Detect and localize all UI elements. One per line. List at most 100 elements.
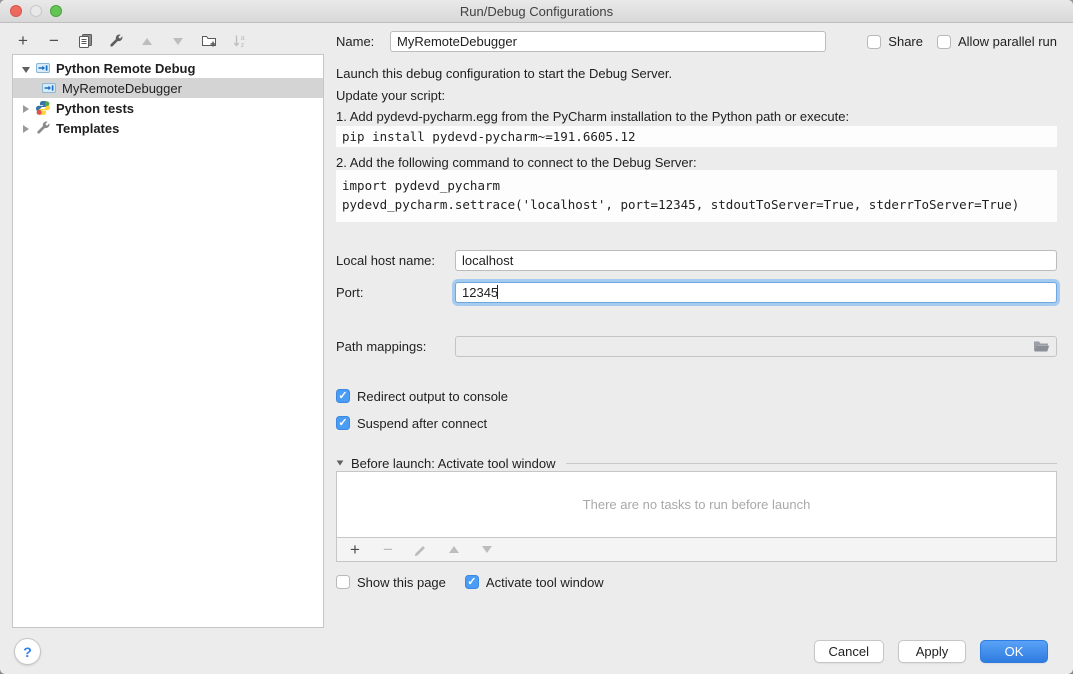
pip-command-text: pip install pydevd-pycharm~=191.6605.12 [342, 129, 636, 144]
ok-button[interactable]: OK [980, 640, 1048, 663]
question-mark-icon: ? [23, 644, 32, 660]
step1-text: 1. Add pydevd-pycharm.egg from the PyCha… [336, 109, 1057, 125]
redirect-checkbox-box[interactable]: ✓ [336, 389, 350, 403]
tree-item-label: Python tests [56, 101, 134, 116]
chevron-down-icon [337, 460, 344, 465]
port-row: Port: [336, 281, 1057, 304]
path-mappings-input[interactable] [455, 336, 1057, 357]
show-this-page-label: Show this page [357, 575, 446, 590]
remote-debug-icon [35, 60, 51, 76]
tree-item-python-tests[interactable]: Python tests [13, 98, 323, 118]
add-configuration-button[interactable]: + [14, 32, 32, 50]
folder-icon [1033, 340, 1050, 353]
remove-configuration-button[interactable]: − [45, 32, 63, 50]
move-up-icon [142, 38, 152, 45]
before-launch-header[interactable]: Before launch: Activate tool window [336, 455, 1057, 471]
remove-task-button[interactable]: − [379, 541, 397, 559]
new-folder-icon [201, 33, 217, 49]
port-input[interactable] [455, 282, 1057, 303]
copy-configuration-button[interactable] [76, 32, 94, 50]
tree-item-python-remote-debug[interactable]: Python Remote Debug [13, 58, 323, 78]
update-script-text: Update your script: [336, 88, 1057, 104]
apply-button[interactable]: Apply [898, 640, 966, 663]
move-up-button[interactable] [138, 32, 156, 50]
help-button[interactable]: ? [14, 638, 41, 665]
chevron-right-icon [23, 105, 29, 113]
show-this-page-checkbox[interactable] [336, 575, 350, 589]
text-caret [497, 285, 498, 299]
share-checkbox[interactable]: Share [867, 34, 923, 49]
before-launch-task-list[interactable]: There are no tasks to run before launch [336, 471, 1057, 538]
redirect-label: Redirect output to console [357, 389, 508, 404]
zoom-window-button[interactable] [50, 5, 62, 17]
name-input[interactable] [390, 31, 826, 52]
name-row: Name: Share Allow parallel run [336, 31, 1057, 52]
tree-item-label: Python Remote Debug [56, 61, 195, 76]
minimize-window-button [30, 5, 42, 17]
cancel-button[interactable]: Cancel [814, 640, 884, 663]
share-checkbox-box[interactable] [867, 35, 881, 49]
code-line-2: pydevd_pycharm.settrace('localhost', por… [342, 195, 1051, 214]
expand-toggle[interactable] [21, 121, 31, 136]
expand-toggle[interactable] [21, 101, 31, 116]
sort-az-icon: a z [232, 33, 248, 49]
path-mappings-label: Path mappings: [336, 339, 455, 354]
empty-task-list-text: There are no tasks to run before launch [583, 497, 811, 512]
browse-button[interactable] [1031, 339, 1051, 354]
python-tests-icon [35, 100, 51, 116]
new-folder-button[interactable] [200, 32, 218, 50]
step2-text: 2. Add the following command to connect … [336, 155, 1057, 171]
move-task-down-button[interactable] [478, 541, 496, 559]
share-label: Share [888, 34, 923, 49]
move-down-button[interactable] [169, 32, 187, 50]
add-task-button[interactable]: + [346, 541, 364, 559]
activate-tool-window-label: Activate tool window [486, 575, 604, 590]
close-window-button[interactable] [10, 5, 22, 17]
tree-item-myremotedebugger[interactable]: MyRemoteDebugger [13, 78, 323, 98]
local-host-row: Local host name: [336, 250, 1057, 271]
path-mappings-row: Path mappings: [336, 336, 1057, 357]
port-label: Port: [336, 285, 455, 300]
header-rule [566, 463, 1057, 464]
add-icon: + [18, 33, 28, 49]
allow-parallel-label: Allow parallel run [958, 34, 1057, 49]
configurations-tree: Python Remote Debug MyRemoteDebugger Pyt… [12, 54, 324, 628]
chevron-down-icon [22, 67, 30, 73]
code-line-1: import pydevd_pycharm [342, 176, 1051, 195]
svg-text:z: z [241, 42, 245, 49]
traffic-lights [10, 5, 62, 17]
edit-templates-wrench-icon [108, 33, 124, 49]
copy-icon [77, 33, 93, 49]
move-down-icon [173, 38, 183, 45]
edit-templates-button[interactable] [107, 32, 125, 50]
add-icon: + [350, 542, 360, 558]
settrace-code-block: import pydevd_pycharm pydevd_pycharm.set… [336, 170, 1057, 222]
sort-configurations-button[interactable]: a z [231, 32, 249, 50]
intro-text: Launch this debug configuration to start… [336, 66, 1057, 82]
before-launch-title: Before launch: Activate tool window [351, 456, 556, 471]
local-host-label: Local host name: [336, 253, 455, 268]
edit-pencil-icon [414, 543, 428, 557]
tree-item-templates[interactable]: Templates [13, 118, 323, 138]
activate-tool-window-checkbox[interactable]: ✓ [465, 575, 479, 589]
dialog-buttons: Cancel Apply OK [814, 640, 1048, 663]
wrench-icon [35, 120, 51, 136]
tree-item-label: Templates [56, 121, 119, 136]
move-up-icon [449, 546, 459, 553]
svg-text:a: a [241, 35, 245, 42]
suspend-checkbox-box[interactable]: ✓ [336, 416, 350, 430]
collapse-toggle[interactable] [21, 61, 31, 76]
move-task-up-button[interactable] [445, 541, 463, 559]
configuration-form: Name: Share Allow parallel run Launch th… [336, 0, 1057, 674]
pip-command-code: pip install pydevd-pycharm~=191.6605.12 [336, 126, 1057, 147]
suspend-after-connect-checkbox[interactable]: ✓ Suspend after connect [336, 415, 1057, 431]
redirect-output-checkbox[interactable]: ✓ Redirect output to console [336, 388, 1057, 404]
before-launch-toolbar: + − [336, 537, 1057, 562]
chevron-right-icon [23, 125, 29, 133]
local-host-input[interactable] [455, 250, 1057, 271]
suspend-label: Suspend after connect [357, 416, 487, 431]
edit-task-button[interactable] [412, 541, 430, 559]
allow-parallel-run-checkbox[interactable]: Allow parallel run [937, 34, 1057, 49]
configurations-toolbar: + − a z [14, 30, 249, 52]
allow-parallel-checkbox-box[interactable] [937, 35, 951, 49]
